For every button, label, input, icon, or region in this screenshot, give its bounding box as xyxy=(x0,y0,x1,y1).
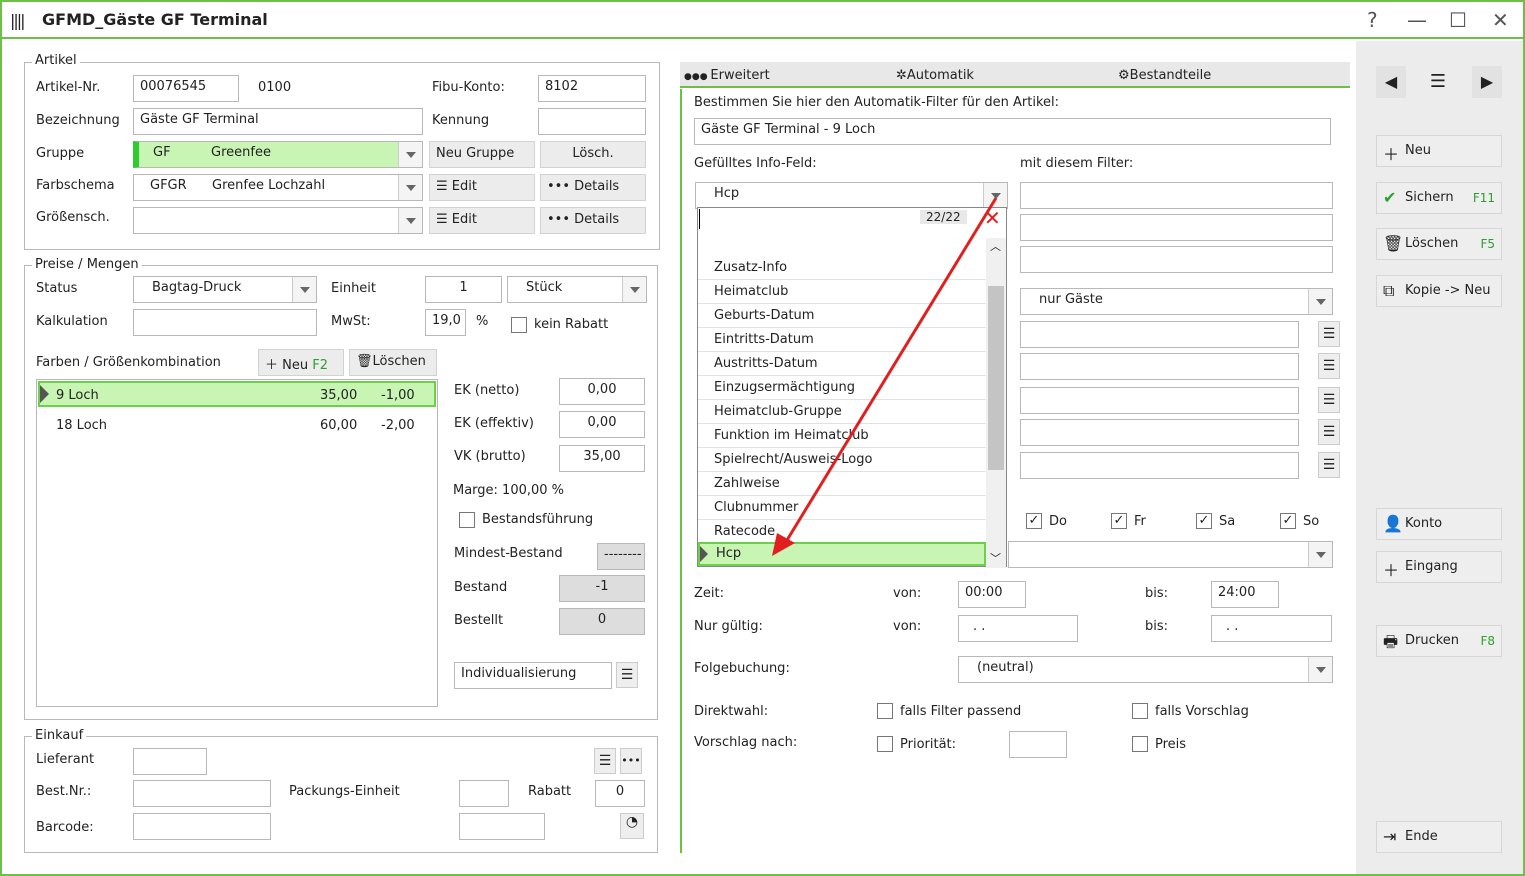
ende-button[interactable]: ⇥ Ende xyxy=(1376,821,1502,853)
trash-icon: 🗑 xyxy=(1383,234,1404,253)
prev-button[interactable]: ◀ xyxy=(1376,66,1406,98)
next-button[interactable]: ▶ xyxy=(1472,66,1502,98)
konto-button[interactable]: 👤 Konto xyxy=(1376,508,1502,540)
user-icon: 👤 xyxy=(1383,514,1403,533)
check-icon: ✔ xyxy=(1383,188,1397,207)
annotation-arrow xyxy=(772,197,998,556)
action-sidebar: ◀ ☰ ▶ ＋ Neu ✔ Sichern F11 🗑 Löschen F5 ⧉ Kopie… xyxy=(1356,41,1523,874)
kopie-neu-button[interactable]: ⧉ Kopie -> Neu xyxy=(1376,275,1502,307)
plus-icon: ＋ xyxy=(1383,145,1400,164)
sichern-button[interactable]: ✔ Sichern F11 xyxy=(1376,182,1502,214)
list-menu-button[interactable]: ☰ xyxy=(1420,66,1456,98)
neu-button[interactable]: ＋ Neu xyxy=(1376,135,1502,167)
exit-icon: ⇥ xyxy=(1383,827,1397,846)
printer-icon: 🖶 xyxy=(1383,632,1399,651)
drucken-button[interactable]: 🖶 Drucken F8 xyxy=(1376,625,1502,657)
loeschen-button[interactable]: 🗑 Löschen F5 xyxy=(1376,228,1502,260)
plus-icon: ＋ xyxy=(1383,561,1400,580)
eingang-button[interactable]: ＋ Eingang xyxy=(1376,551,1502,583)
copy-icon: ⧉ xyxy=(1383,281,1395,300)
